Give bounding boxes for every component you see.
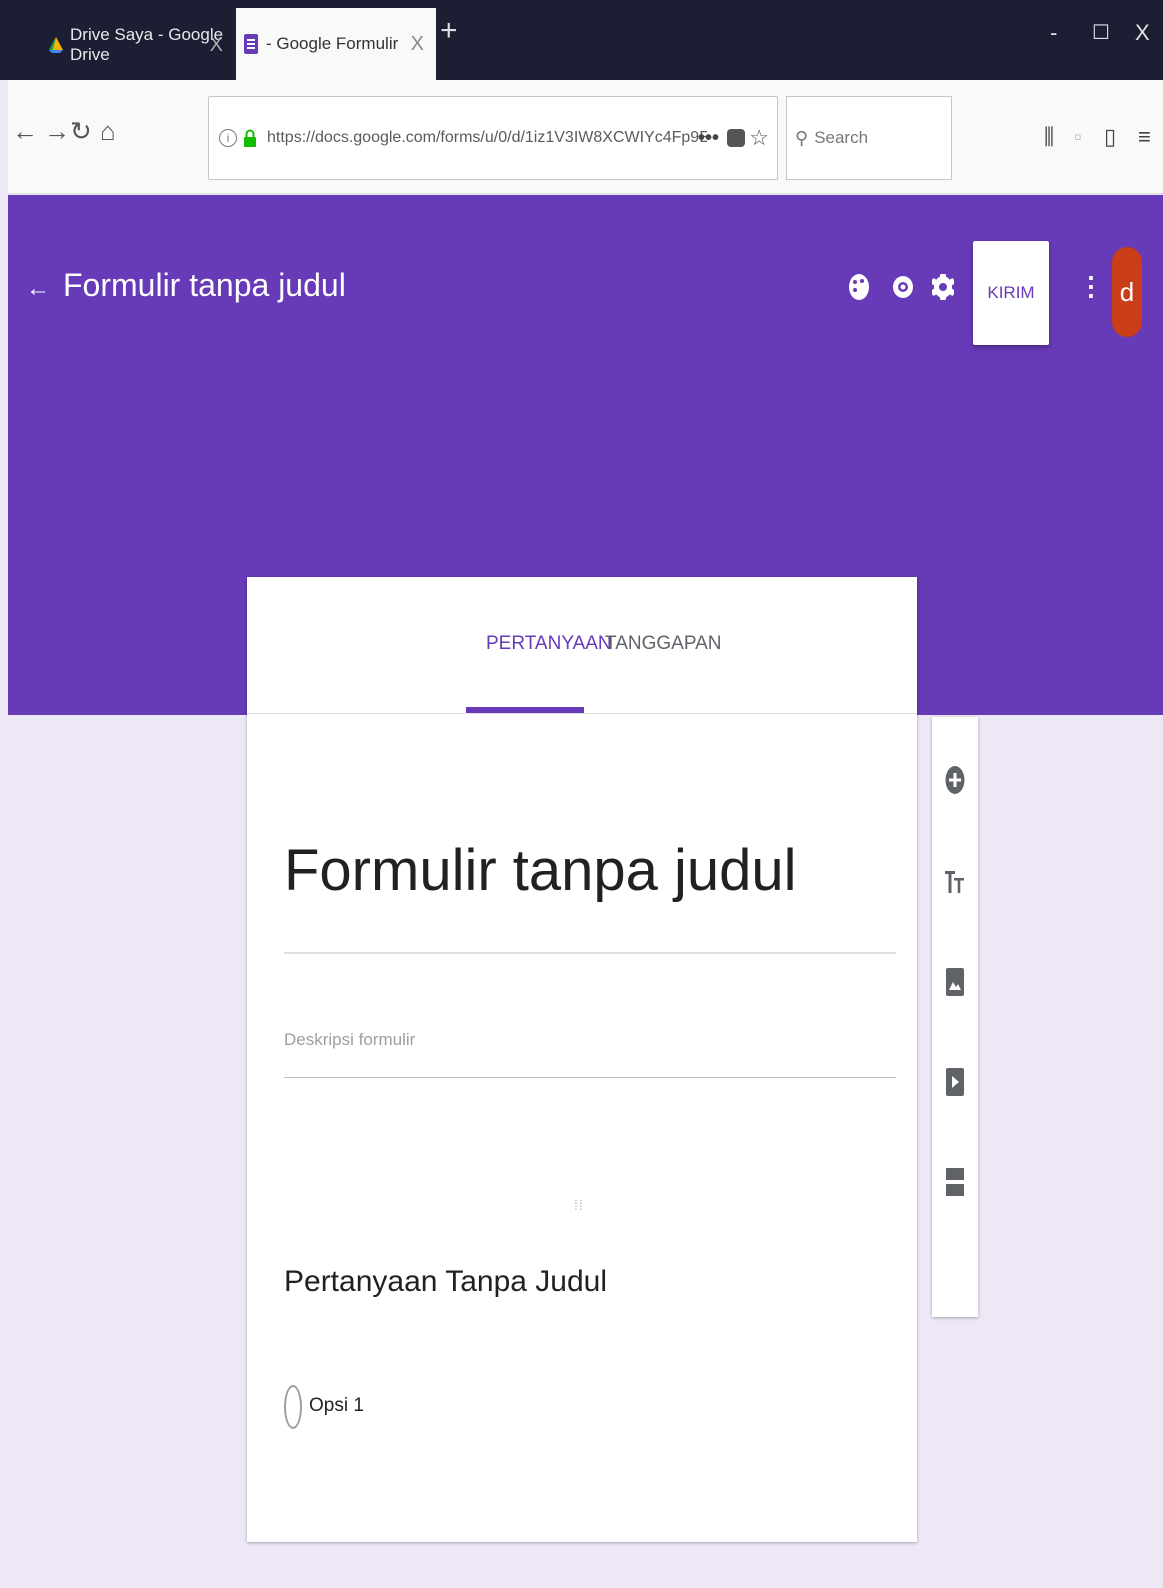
minimize-button[interactable]: - <box>1050 20 1057 46</box>
close-window-button[interactable]: X <box>1135 20 1150 46</box>
preview-eye-icon[interactable] <box>892 273 914 301</box>
library-icon[interactable]: ⫼ <box>1044 124 1054 150</box>
home-icon[interactable]: ⌂ <box>100 116 116 147</box>
radio-button[interactable] <box>284 1385 302 1429</box>
browser-tab-strip: Drive Saya - Google Drive X - Google For… <box>0 0 1163 80</box>
tab-questions[interactable]: PERTANYAAN <box>486 633 612 655</box>
tab-title: - Google Formulir <box>266 34 399 53</box>
description-underline <box>284 1077 896 1078</box>
option-label[interactable]: Opsi 1 <box>309 1395 364 1417</box>
add-title-icon[interactable] <box>945 867 965 902</box>
browser-nav-bar: ← → ↻ ⌂ i https://docs.google.com/forms/… <box>8 80 1163 194</box>
reader-icon[interactable]: ▫ <box>1074 124 1082 150</box>
add-section-icon[interactable] <box>945 1167 965 1202</box>
form-tabs: PERTANYAAN TANGGAPAN <box>247 577 917 714</box>
maximize-button[interactable]: ☐ <box>1092 20 1110 45</box>
title-underline <box>284 952 896 954</box>
url-bar[interactable]: i https://docs.google.com/forms/u/0/d/1i… <box>208 96 778 180</box>
forward-icon[interactable]: → <box>44 116 70 147</box>
palette-icon[interactable] <box>848 273 870 301</box>
url-text[interactable]: https://docs.google.com/forms/u/0/d/1iz1… <box>267 129 707 147</box>
close-tab-icon[interactable]: X <box>210 34 223 57</box>
page-actions-icon[interactable]: ••• <box>698 127 719 150</box>
new-tab-button[interactable]: + <box>440 14 458 48</box>
pocket-icon[interactable] <box>727 129 745 147</box>
header-form-title[interactable]: Formulir tanpa judul <box>63 267 346 304</box>
sidebar-icon[interactable]: ▯ <box>1104 124 1116 150</box>
menu-icon[interactable]: ≡ <box>1138 124 1151 150</box>
browser-tab-forms[interactable]: - Google Formulir X <box>236 8 436 80</box>
settings-gear-icon[interactable] <box>930 273 956 301</box>
form-title-input[interactable]: Formulir tanpa judul <box>284 837 797 904</box>
search-icon: ⚲ <box>795 127 809 148</box>
lock-icon[interactable] <box>243 129 257 147</box>
reload-icon[interactable]: ↻ <box>70 116 92 147</box>
question-title-input[interactable]: Pertanyaan Tanpa Judul <box>284 1265 607 1299</box>
google-forms-icon <box>244 34 260 54</box>
form-description-input[interactable]: Deskripsi formulir <box>284 1030 415 1050</box>
tab-responses[interactable]: TANGGAPAN <box>605 633 721 655</box>
avatar[interactable]: d <box>1112 247 1142 337</box>
bookmark-star-icon[interactable]: ☆ <box>749 125 769 151</box>
add-item-toolbar <box>932 717 978 1317</box>
back-icon[interactable]: ← <box>12 116 38 147</box>
browser-tab-drive[interactable]: Drive Saya - Google Drive X <box>40 10 235 80</box>
add-video-icon[interactable] <box>945 1067 965 1102</box>
close-tab-icon[interactable]: X <box>411 33 424 56</box>
add-image-icon[interactable] <box>945 967 965 1002</box>
add-question-icon[interactable] <box>945 765 965 800</box>
drag-handle-icon[interactable]: ⁞⁞ <box>574 1197 584 1213</box>
send-button[interactable]: KIRIM <box>973 241 1049 345</box>
form-card: PERTANYAAN TANGGAPAN Formulir tanpa judu… <box>247 577 917 1542</box>
more-options-icon[interactable]: ⋮ <box>1078 271 1104 302</box>
google-drive-icon <box>48 35 64 55</box>
search-box[interactable]: ⚲ Search <box>786 96 952 180</box>
back-arrow-icon[interactable]: ← <box>26 275 50 303</box>
search-placeholder: Search <box>814 128 869 147</box>
active-tab-indicator <box>466 707 584 713</box>
info-icon[interactable]: i <box>219 129 237 147</box>
